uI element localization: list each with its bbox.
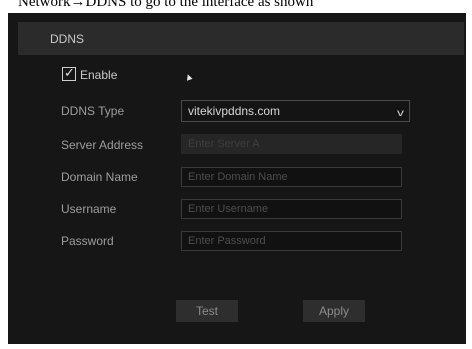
ddns-type-label: DDNS Type — [61, 104, 125, 118]
document-caption: Network→DDNS to go to the interface as s… — [0, 0, 472, 10]
ddns-type-value: vitekivpddns.com — [188, 104, 281, 118]
enable-checkbox[interactable]: ✓ — [62, 65, 76, 81]
server-address-label: Server Address — [61, 138, 144, 152]
panel-header: DDNS — [18, 22, 464, 55]
password-label: Password — [61, 234, 114, 248]
username-field[interactable]: Enter Username — [181, 199, 402, 219]
mouse-pointer-icon: ▲ — [182, 70, 196, 85]
panel-title: DDNS — [50, 32, 85, 46]
domain-name-label: Domain Name — [61, 170, 138, 184]
ddns-type-select[interactable]: vitekivpddns.com v — [181, 100, 410, 122]
enable-label: Enable — [80, 68, 118, 82]
test-button[interactable]: Test — [176, 300, 238, 322]
domain-name-field[interactable]: Enter Domain Name — [181, 167, 402, 187]
checkmark-icon: ✓ — [64, 65, 75, 80]
chevron-down-icon: v — [397, 108, 404, 119]
ddns-settings-panel: DDNS ✓ Enable ▲ DDNS Type vitekivpddns.c… — [8, 13, 466, 344]
server-address-field[interactable]: Enter Server A — [181, 134, 402, 154]
password-field[interactable]: Enter Password — [181, 231, 402, 251]
apply-button[interactable]: Apply — [303, 300, 365, 322]
username-label: Username — [61, 202, 117, 216]
